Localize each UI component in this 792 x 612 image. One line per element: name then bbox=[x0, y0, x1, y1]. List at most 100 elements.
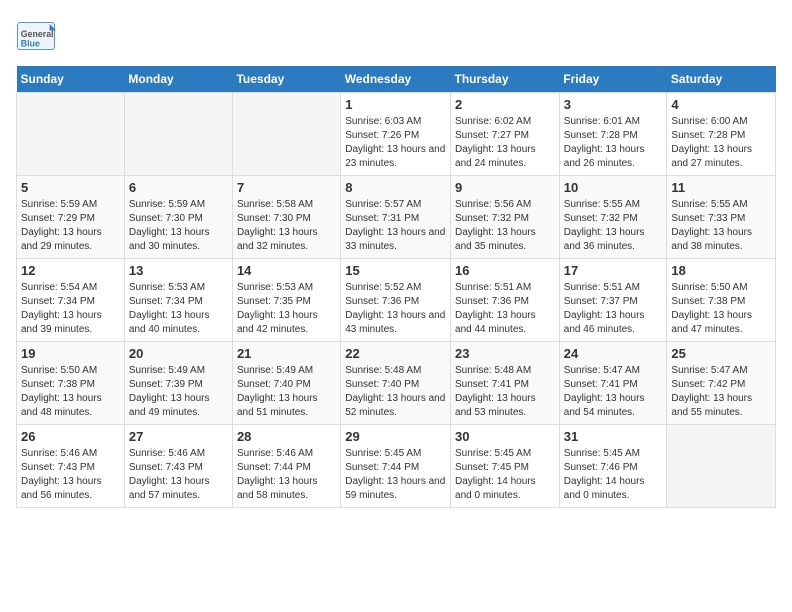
svg-text:Blue: Blue bbox=[21, 38, 40, 48]
day-info: Sunrise: 5:59 AM Sunset: 7:30 PM Dayligh… bbox=[129, 198, 228, 254]
day-info: Sunrise: 6:00 AM Sunset: 7:28 PM Dayligh… bbox=[671, 115, 771, 171]
week-row: 1Sunrise: 6:03 AM Sunset: 7:26 PM Daylig… bbox=[17, 93, 776, 176]
calendar-cell: 1Sunrise: 6:03 AM Sunset: 7:26 PM Daylig… bbox=[341, 93, 451, 176]
day-info: Sunrise: 5:47 AM Sunset: 7:42 PM Dayligh… bbox=[671, 364, 771, 420]
calendar-cell bbox=[17, 93, 125, 176]
page-header: General Blue bbox=[16, 16, 776, 56]
day-info: Sunrise: 5:49 AM Sunset: 7:40 PM Dayligh… bbox=[237, 364, 336, 420]
week-row: 5 Sunrise: 5:59 AM Sunset: 7:29 PM Daylig… bbox=[17, 176, 776, 259]
calendar-cell: 28 Sunrise: 5:46 AM Sunset: 7:44 PM Dayli… bbox=[232, 425, 340, 508]
day-info: Sunrise: 5:46 AM Sunset: 7:44 PM Dayligh… bbox=[237, 447, 336, 503]
day-info: Sunrise: 5:54 AM Sunset: 7:34 PM Dayligh… bbox=[21, 281, 120, 337]
day-info: Sunrise: 5:49 AM Sunset: 7:39 PM Dayligh… bbox=[129, 364, 228, 420]
day-info: Sunrise: 5:55 AM Sunset: 7:33 PM Dayligh… bbox=[671, 198, 771, 254]
calendar-cell: 18 Sunrise: 5:50 AM Sunset: 7:38 PM Dayli… bbox=[667, 259, 776, 342]
day-number: 19 bbox=[21, 346, 120, 361]
day-number: 25 bbox=[671, 346, 771, 361]
calendar-cell: 4 Sunrise: 6:00 AM Sunset: 7:28 PM Daylig… bbox=[667, 93, 776, 176]
day-number: 4 bbox=[671, 97, 771, 112]
calendar-cell: 3 Sunrise: 6:01 AM Sunset: 7:28 PM Daylig… bbox=[559, 93, 667, 176]
col-header-saturday: Saturday bbox=[667, 66, 776, 93]
day-number: 10 bbox=[564, 180, 663, 195]
calendar-cell: 17 Sunrise: 5:51 AM Sunset: 7:37 PM Dayli… bbox=[559, 259, 667, 342]
calendar-cell: 31 Sunrise: 5:45 AM Sunset: 7:46 PM Dayli… bbox=[559, 425, 667, 508]
day-info: Sunrise: 5:55 AM Sunset: 7:32 PM Dayligh… bbox=[564, 198, 663, 254]
calendar-cell: 9 Sunrise: 5:56 AM Sunset: 7:32 PM Daylig… bbox=[451, 176, 560, 259]
calendar-cell: 10 Sunrise: 5:55 AM Sunset: 7:32 PM Dayli… bbox=[559, 176, 667, 259]
week-row: 12 Sunrise: 5:54 AM Sunset: 7:34 PM Dayli… bbox=[17, 259, 776, 342]
day-info: Sunrise: 5:47 AM Sunset: 7:41 PM Dayligh… bbox=[564, 364, 663, 420]
day-number: 30 bbox=[455, 429, 555, 444]
day-number: 24 bbox=[564, 346, 663, 361]
calendar-cell: 26 Sunrise: 5:46 AM Sunset: 7:43 PM Dayli… bbox=[17, 425, 125, 508]
calendar-cell: 16 Sunrise: 5:51 AM Sunset: 7:36 PM Dayli… bbox=[451, 259, 560, 342]
day-info: Sunrise: 5:51 AM Sunset: 7:37 PM Dayligh… bbox=[564, 281, 663, 337]
week-row: 26 Sunrise: 5:46 AM Sunset: 7:43 PM Dayli… bbox=[17, 425, 776, 508]
day-number: 17 bbox=[564, 263, 663, 278]
day-number: 8 bbox=[345, 180, 446, 195]
week-row: 19 Sunrise: 5:50 AM Sunset: 7:38 PM Dayli… bbox=[17, 342, 776, 425]
day-info: Sunrise: 5:52 AM Sunset: 7:36 PM Dayligh… bbox=[345, 281, 446, 337]
day-info: Sunrise: 5:46 AM Sunset: 7:43 PM Dayligh… bbox=[21, 447, 120, 503]
calendar-cell: 6 Sunrise: 5:59 AM Sunset: 7:30 PM Daylig… bbox=[124, 176, 232, 259]
calendar-cell: 14Sunrise: 5:53 AM Sunset: 7:35 PM Dayli… bbox=[232, 259, 340, 342]
day-number: 12 bbox=[21, 263, 120, 278]
calendar-cell: 21 Sunrise: 5:49 AM Sunset: 7:40 PM Dayli… bbox=[232, 342, 340, 425]
day-info: Sunrise: 5:50 AM Sunset: 7:38 PM Dayligh… bbox=[671, 281, 771, 337]
day-number: 15 bbox=[345, 263, 446, 278]
day-info: Sunrise: 5:51 AM Sunset: 7:36 PM Dayligh… bbox=[455, 281, 555, 337]
day-number: 9 bbox=[455, 180, 555, 195]
col-header-friday: Friday bbox=[559, 66, 667, 93]
day-number: 6 bbox=[129, 180, 228, 195]
calendar-cell: 12 Sunrise: 5:54 AM Sunset: 7:34 PM Dayli… bbox=[17, 259, 125, 342]
col-header-wednesday: Wednesday bbox=[341, 66, 451, 93]
calendar-cell: 22Sunrise: 5:48 AM Sunset: 7:40 PM Dayli… bbox=[341, 342, 451, 425]
day-info: Sunrise: 5:58 AM Sunset: 7:30 PM Dayligh… bbox=[237, 198, 336, 254]
day-number: 20 bbox=[129, 346, 228, 361]
col-header-monday: Monday bbox=[124, 66, 232, 93]
calendar-cell: 24 Sunrise: 5:47 AM Sunset: 7:41 PM Dayli… bbox=[559, 342, 667, 425]
calendar-cell: 11 Sunrise: 5:55 AM Sunset: 7:33 PM Dayli… bbox=[667, 176, 776, 259]
col-header-tuesday: Tuesday bbox=[232, 66, 340, 93]
day-number: 31 bbox=[564, 429, 663, 444]
day-number: 7 bbox=[237, 180, 336, 195]
day-info: Sunrise: 5:56 AM Sunset: 7:32 PM Dayligh… bbox=[455, 198, 555, 254]
day-info: Sunrise: 5:53 AM Sunset: 7:34 PM Dayligh… bbox=[129, 281, 228, 337]
svg-text:General: General bbox=[21, 29, 54, 39]
day-number: 23 bbox=[455, 346, 555, 361]
calendar-cell: 30 Sunrise: 5:45 AM Sunset: 7:45 PM Dayli… bbox=[451, 425, 560, 508]
calendar-cell: 25 Sunrise: 5:47 AM Sunset: 7:42 PM Dayli… bbox=[667, 342, 776, 425]
day-number: 26 bbox=[21, 429, 120, 444]
calendar-cell: 23Sunrise: 5:48 AM Sunset: 7:41 PM Dayli… bbox=[451, 342, 560, 425]
calendar-cell: 5 Sunrise: 5:59 AM Sunset: 7:29 PM Daylig… bbox=[17, 176, 125, 259]
day-number: 29 bbox=[345, 429, 446, 444]
calendar-cell bbox=[232, 93, 340, 176]
day-info: Sunrise: 6:03 AM Sunset: 7:26 PM Dayligh… bbox=[345, 115, 446, 171]
col-header-sunday: Sunday bbox=[17, 66, 125, 93]
day-info: Sunrise: 5:48 AM Sunset: 7:40 PM Dayligh… bbox=[345, 364, 446, 420]
calendar-table: SundayMondayTuesdayWednesdayThursdayFrid… bbox=[16, 66, 776, 508]
calendar-cell: 15 Sunrise: 5:52 AM Sunset: 7:36 PM Dayli… bbox=[341, 259, 451, 342]
day-info: Sunrise: 5:59 AM Sunset: 7:29 PM Dayligh… bbox=[21, 198, 120, 254]
calendar-cell: 8Sunrise: 5:57 AM Sunset: 7:31 PM Daylig… bbox=[341, 176, 451, 259]
calendar-cell: 27Sunrise: 5:46 AM Sunset: 7:43 PM Dayli… bbox=[124, 425, 232, 508]
calendar-cell: 7 Sunrise: 5:58 AM Sunset: 7:30 PM Daylig… bbox=[232, 176, 340, 259]
day-number: 21 bbox=[237, 346, 336, 361]
calendar-cell: 13Sunrise: 5:53 AM Sunset: 7:34 PM Dayli… bbox=[124, 259, 232, 342]
day-number: 3 bbox=[564, 97, 663, 112]
day-number: 27 bbox=[129, 429, 228, 444]
day-number: 28 bbox=[237, 429, 336, 444]
calendar-cell: 29Sunrise: 5:45 AM Sunset: 7:44 PM Dayli… bbox=[341, 425, 451, 508]
day-info: Sunrise: 6:01 AM Sunset: 7:28 PM Dayligh… bbox=[564, 115, 663, 171]
day-info: Sunrise: 6:02 AM Sunset: 7:27 PM Dayligh… bbox=[455, 115, 555, 171]
day-number: 5 bbox=[21, 180, 120, 195]
day-info: Sunrise: 5:45 AM Sunset: 7:46 PM Dayligh… bbox=[564, 447, 663, 503]
day-number: 11 bbox=[671, 180, 771, 195]
day-number: 16 bbox=[455, 263, 555, 278]
calendar-cell: 20 Sunrise: 5:49 AM Sunset: 7:39 PM Dayli… bbox=[124, 342, 232, 425]
day-number: 18 bbox=[671, 263, 771, 278]
day-info: Sunrise: 5:50 AM Sunset: 7:38 PM Dayligh… bbox=[21, 364, 120, 420]
day-info: Sunrise: 5:45 AM Sunset: 7:45 PM Dayligh… bbox=[455, 447, 555, 503]
logo: General Blue bbox=[16, 16, 62, 56]
day-info: Sunrise: 5:53 AM Sunset: 7:35 PM Dayligh… bbox=[237, 281, 336, 337]
